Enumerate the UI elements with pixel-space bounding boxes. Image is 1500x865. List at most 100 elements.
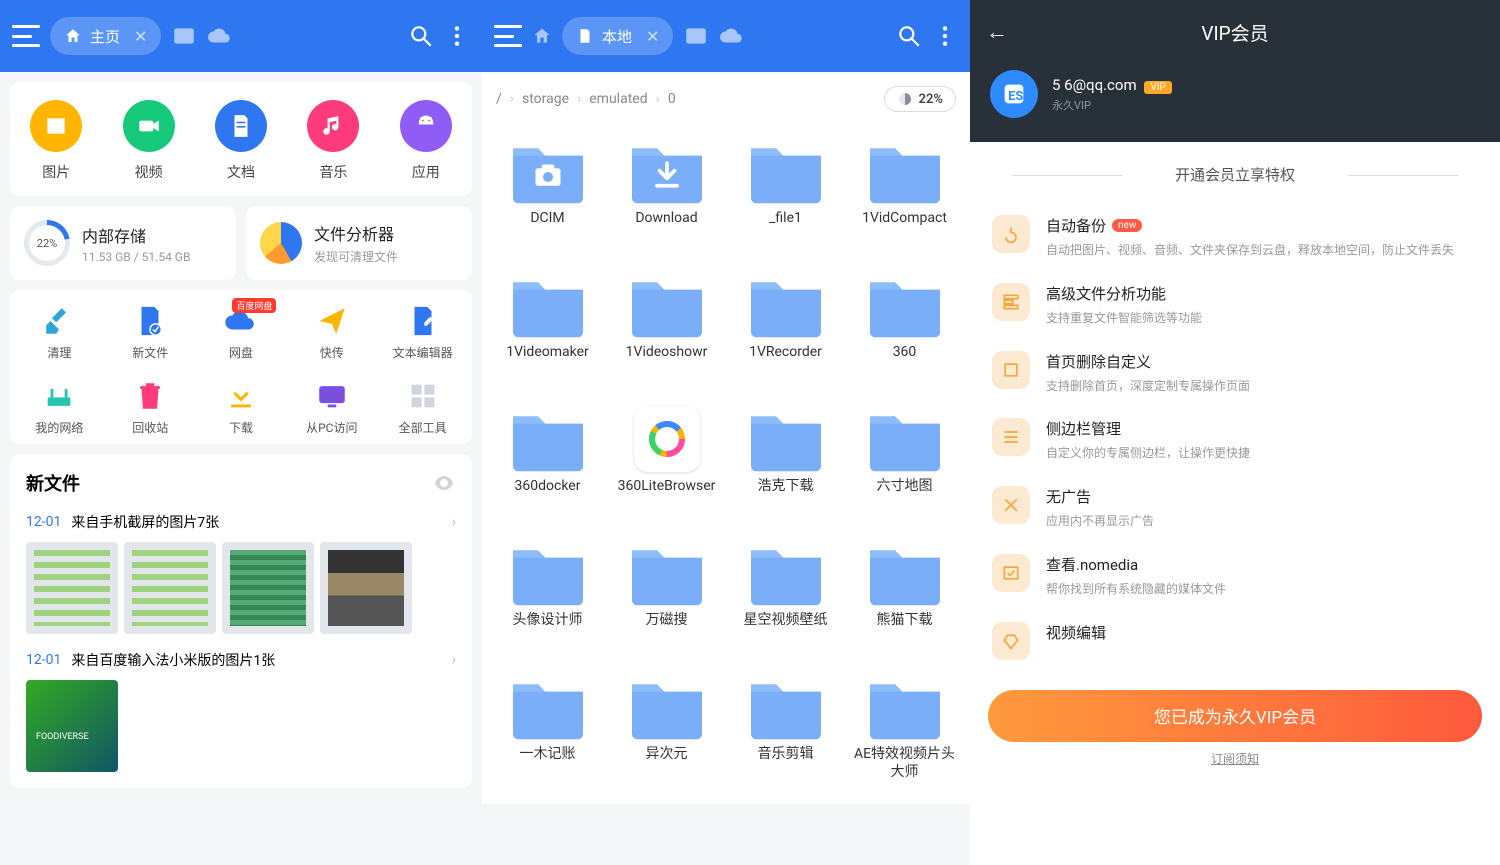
priv-item[interactable]: 高级文件分析功能支持重复文件智能筛选等功能 — [992, 271, 1478, 339]
user-sub: 永久VIP — [1052, 97, 1172, 113]
folder-item[interactable]: 360 — [845, 266, 964, 396]
folder-item[interactable]: 熊猫下载 — [845, 534, 964, 664]
path-seg[interactable]: 0 — [668, 91, 676, 107]
tool-network[interactable]: 我的网络 — [14, 379, 105, 436]
search-icon[interactable] — [408, 23, 434, 49]
broom-icon — [42, 304, 76, 338]
menu-button[interactable] — [12, 25, 40, 47]
priv-header: 开通会员立享特权 — [992, 164, 1478, 185]
folder-item[interactable]: 星空视频壁纸 — [726, 534, 845, 664]
folder-item[interactable]: DCIM — [488, 132, 607, 262]
tool-pc[interactable]: 从PC访问 — [286, 379, 377, 436]
svg-text:ES: ES — [1008, 89, 1023, 104]
priv-item[interactable]: 无广告应用内不再显示广告 — [992, 474, 1478, 542]
newfiles-title: 新文件 — [26, 470, 80, 496]
eye-icon[interactable] — [432, 471, 456, 495]
folder-item[interactable]: 360docker — [488, 400, 607, 530]
folder-item[interactable]: 头像设计师 — [488, 534, 607, 664]
more-icon[interactable] — [932, 23, 958, 49]
folder-item[interactable]: 1VidCompact — [845, 132, 964, 262]
folder-item[interactable]: AE特效视频片头大师 — [845, 668, 964, 798]
folder-icon — [746, 406, 826, 474]
folder-item[interactable]: 浩克下载 — [726, 400, 845, 530]
tool-send[interactable]: 快传 — [286, 304, 377, 361]
home-dim-icon[interactable] — [532, 26, 552, 46]
menu-button[interactable] — [494, 25, 522, 47]
tool-newfile[interactable]: 新文件 — [105, 304, 196, 361]
tab-local[interactable]: 本地 ✕ — [562, 17, 673, 55]
analyzer-card[interactable]: 文件分析器发现可清理文件 — [246, 206, 472, 280]
priv-sub: 应用内不再显示广告 — [1046, 513, 1154, 530]
user-row: ES 5 6@qq.com VIP 永久VIP — [970, 64, 1500, 142]
cat-apps[interactable]: 应用 — [400, 100, 452, 182]
folder-item[interactable]: 万磁搜 — [607, 534, 726, 664]
avatar[interactable]: ES — [990, 70, 1038, 118]
tool-editor[interactable]: 文本编辑器 — [377, 304, 468, 361]
folder-label: 1Videoshowr — [626, 344, 708, 362]
tool-all[interactable]: 全部工具 — [377, 379, 468, 436]
cloud-icon[interactable] — [207, 23, 233, 49]
priv-title: 侧边栏管理 — [1046, 418, 1121, 439]
thumbnails — [26, 542, 456, 634]
thumb[interactable] — [320, 542, 412, 634]
category-row: 图片 视频 文档 音乐 应用 — [10, 82, 472, 196]
priv-item[interactable]: 查看.nomedia帮你找到所有系统隐藏的媒体文件 — [992, 542, 1478, 610]
tool-cloud[interactable]: 百度网盘网盘 — [196, 304, 287, 361]
tab-close-icon[interactable]: ✕ — [646, 27, 659, 46]
baidu-badge: 百度网盘 — [232, 298, 276, 313]
folder-icon — [627, 272, 707, 340]
folder-item[interactable]: 1Videomaker — [488, 266, 607, 396]
cat-docs[interactable]: 文档 — [215, 100, 267, 182]
thumb[interactable] — [26, 680, 118, 772]
folder-label: 头像设计师 — [513, 612, 583, 630]
priv-icon — [992, 215, 1030, 253]
send-icon — [315, 304, 349, 338]
thumb[interactable] — [222, 542, 314, 634]
thumb[interactable] — [26, 542, 118, 634]
window-icon[interactable] — [171, 23, 197, 49]
folder-camera-icon — [508, 138, 588, 206]
newfiles-row[interactable]: 12-01来自百度输入法小米版的图片1张› — [26, 634, 456, 680]
folder-label: _file1 — [769, 210, 802, 228]
folder-item[interactable]: 1VRecorder — [726, 266, 845, 396]
tab-home[interactable]: 主页 ✕ — [50, 17, 161, 55]
subscription-info-link[interactable]: 订阅须知 — [970, 750, 1500, 767]
folder-label: 异次元 — [646, 746, 688, 764]
folder-item[interactable]: 六寸地图 — [845, 400, 964, 530]
folder-item[interactable]: _file1 — [726, 132, 845, 262]
newfiles-row[interactable]: 12-01来自手机截屏的图片7张› — [26, 496, 456, 542]
folder-label: 1Videomaker — [506, 344, 589, 362]
tool-download[interactable]: 下载 — [196, 379, 287, 436]
thumb[interactable] — [124, 542, 216, 634]
cta-button[interactable]: 您已成为永久VIP会员 — [988, 690, 1482, 742]
path-seg[interactable]: storage — [522, 91, 569, 107]
priv-item[interactable]: 视频编辑 — [992, 610, 1478, 672]
cat-music[interactable]: 音乐 — [307, 100, 359, 182]
folder-label: 熊猫下载 — [877, 612, 933, 630]
cat-images[interactable]: 图片 — [30, 100, 82, 182]
cloud-icon[interactable] — [719, 23, 745, 49]
folder-item[interactable]: 360LiteBrowser — [607, 400, 726, 530]
priv-item[interactable]: 首页删除自定义支持删除首页，深度定制专属操作页面 — [992, 339, 1478, 407]
cat-video[interactable]: 视频 — [123, 100, 175, 182]
back-button[interactable]: ← — [986, 19, 1008, 45]
tab-close-icon[interactable]: ✕ — [134, 27, 147, 46]
storage-card[interactable]: 22% 内部存储11.53 GB / 51.54 GB — [10, 206, 236, 280]
more-icon[interactable] — [444, 23, 470, 49]
folder-item[interactable]: 异次元 — [607, 668, 726, 798]
folder-item[interactable]: 音乐剪辑 — [726, 668, 845, 798]
folder-item[interactable]: 一木记账 — [488, 668, 607, 798]
priv-item[interactable]: 自动备份new自动把图片、视频、音频、文件夹保存到云盘，释放本地空间，防止文件丢… — [992, 203, 1478, 271]
tool-clean[interactable]: 清理 — [14, 304, 105, 361]
usage-badge[interactable]: 22% — [884, 86, 956, 112]
search-icon[interactable] — [896, 23, 922, 49]
priv-item[interactable]: 侧边栏管理自定义你的专属侧边栏，让操作更快捷 — [992, 406, 1478, 474]
tool-trash[interactable]: 回收站 — [105, 379, 196, 436]
folder-item[interactable]: Download — [607, 132, 726, 262]
path-seg[interactable]: emulated — [589, 91, 647, 107]
window-icon[interactable] — [683, 23, 709, 49]
folder-item[interactable]: 1Videoshowr — [607, 266, 726, 396]
priv-title: 无广告 — [1046, 486, 1091, 507]
path-root[interactable]: / — [496, 91, 502, 107]
priv-title: 首页删除自定义 — [1046, 351, 1151, 372]
